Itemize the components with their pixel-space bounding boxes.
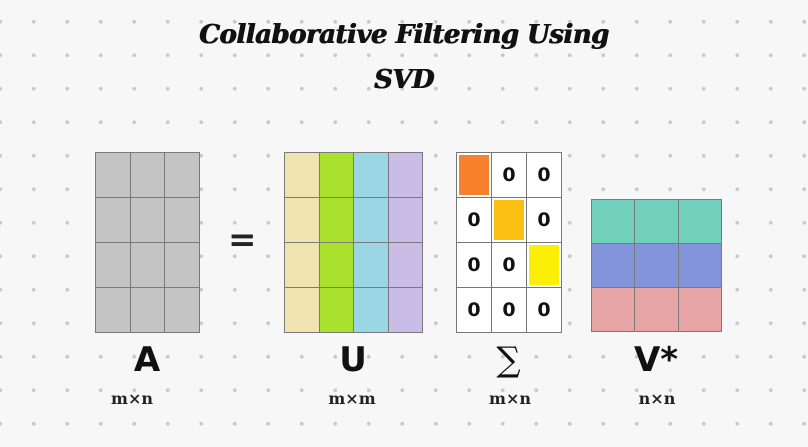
matrix-u-cell [387, 242, 423, 288]
matrix-sigma-dims: m×n [489, 389, 531, 408]
matrix-a-cell [129, 287, 166, 333]
sigma-zero-cell: 0 [491, 242, 527, 288]
matrix-u-cell [318, 287, 354, 333]
matrix-u-cell [284, 242, 320, 288]
matrix-v-cell [677, 199, 722, 244]
matrix-a-cell [95, 197, 131, 243]
matrix-u-cell [353, 242, 389, 288]
matrix-v-cell [677, 287, 722, 332]
matrix-u-cell [353, 152, 389, 198]
matrix-a-cell [164, 197, 200, 243]
matrix-a-cell [129, 152, 166, 198]
matrix-u-cell [284, 152, 320, 198]
matrix-u-cell [284, 287, 320, 333]
sigma-diagonal-cell [456, 152, 492, 198]
matrix-v-dims: n×n [638, 389, 676, 408]
matrix-a-cell [164, 152, 200, 198]
diagram-title-line2: SVD [374, 65, 435, 95]
matrix-sigma: 000000000 [456, 152, 562, 333]
sigma-zero-cell: 0 [526, 152, 562, 198]
matrix-v-cell [591, 199, 636, 244]
matrix-u-cell [387, 197, 423, 243]
matrix-u-cell [387, 152, 423, 198]
matrix-sigma-label: ∑ [496, 340, 521, 380]
matrix-u-cell [318, 152, 354, 198]
sigma-zero-cell: 0 [456, 197, 492, 243]
matrix-u-cell [353, 197, 389, 243]
sigma-zero-cell: 0 [491, 287, 527, 333]
matrix-a-cell [95, 152, 131, 198]
sigma-diagonal-fill [494, 200, 524, 240]
matrix-v-cell [634, 199, 679, 244]
matrix-v [591, 199, 722, 332]
matrix-v-label: V* [633, 340, 679, 380]
matrix-a-cell [129, 197, 166, 243]
matrix-v-cell [634, 287, 679, 332]
matrix-a-cell [129, 242, 166, 288]
matrix-v-cell [591, 243, 636, 288]
matrix-u-cell [318, 242, 354, 288]
matrix-v-cell [677, 243, 722, 288]
matrix-u-cell [387, 287, 423, 333]
matrix-a-cell [95, 242, 131, 288]
sigma-diagonal-fill [459, 155, 489, 195]
matrix-u [284, 152, 423, 333]
matrix-u-cell [353, 287, 389, 333]
matrix-a-dims: m×n [111, 389, 153, 408]
matrix-a-label: A [133, 340, 161, 380]
sigma-zero-cell: 0 [491, 152, 527, 198]
sigma-zero-cell: 0 [456, 242, 492, 288]
matrix-u-dims: m×m [328, 389, 376, 408]
matrix-u-label: U [339, 340, 367, 380]
matrix-a-cell [164, 287, 200, 333]
sigma-diagonal-fill [529, 245, 559, 285]
matrix-a-cell [95, 287, 131, 333]
matrix-v-cell [591, 287, 636, 332]
sigma-diagonal-cell [491, 197, 527, 243]
matrix-v-cell [634, 243, 679, 288]
sigma-zero-cell: 0 [456, 287, 492, 333]
matrix-u-cell [284, 197, 320, 243]
sigma-diagonal-cell [526, 242, 562, 288]
matrix-a [95, 152, 200, 333]
sigma-zero-cell: 0 [526, 287, 562, 333]
equals-sign: = [228, 220, 257, 260]
sigma-zero-cell: 0 [526, 197, 562, 243]
matrix-u-cell [318, 197, 354, 243]
matrix-a-cell [164, 242, 200, 288]
diagram-title-line1: Collaborative Filtering Using [199, 20, 609, 50]
